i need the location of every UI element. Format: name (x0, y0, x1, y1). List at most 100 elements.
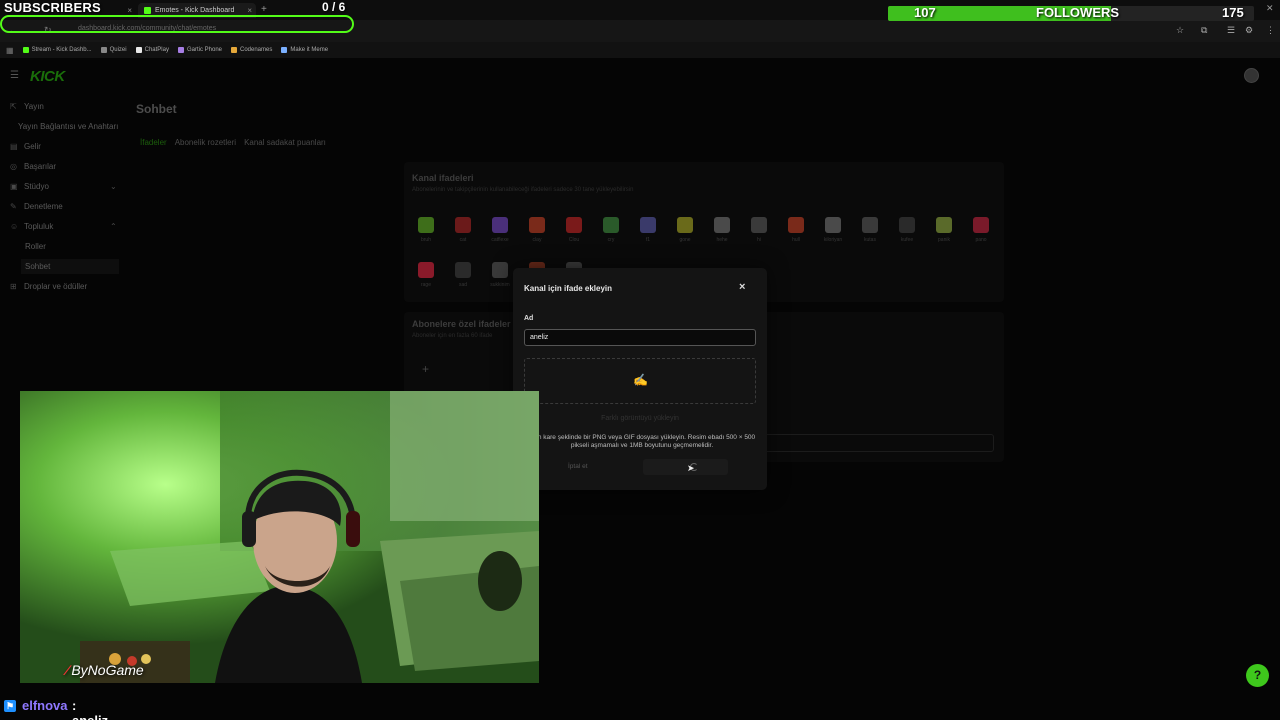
apps-icon[interactable]: ▦ (6, 46, 14, 55)
new-tab-icon[interactable]: + (261, 4, 267, 15)
emote-item[interactable]: panik (926, 217, 962, 243)
chevron-up-icon[interactable]: ⌃ (110, 222, 117, 231)
chatplay-icon (135, 47, 142, 53)
broadcast-icon: ⇱ (10, 102, 17, 111)
chevron-down-icon[interactable]: ⌄ (110, 182, 117, 191)
sidebar-item-studyo[interactable]: ▣ Stüdyo (10, 182, 49, 191)
emote-item[interactable]: hi (741, 217, 777, 243)
emote-item[interactable]: clay (519, 217, 555, 243)
followers-goal: 175 (1222, 5, 1244, 20)
emote-item[interactable]: hull (778, 217, 814, 243)
image-upload-dropzone[interactable]: ✍ (524, 358, 756, 404)
sidebar-item-droplar[interactable]: ⊞ Droplar ve ödüller (10, 282, 87, 291)
mouse-cursor-icon: ➤ (687, 463, 695, 473)
followers-count: 107 (914, 5, 936, 20)
sidebar-item-yayin[interactable]: ⇱ Yayın (10, 102, 44, 111)
emote-item[interactable]: cat (445, 217, 481, 243)
dialog-title: Kanal için ifade ekleyin (524, 284, 613, 293)
bookmark-item[interactable]: Quizei (100, 47, 127, 53)
bookmark-item[interactable]: Gartic Phone (177, 47, 222, 53)
webcam-feed: ∕ ByNoGame (20, 391, 539, 683)
emote-item[interactable]: kufee (889, 217, 925, 243)
close-window-icon[interactable]: ✕ (1266, 3, 1274, 14)
chat-message-text: aneliz (72, 713, 108, 720)
sidebar-item-sohbet[interactable]: Sohbet (21, 259, 119, 274)
webcam-image (20, 391, 539, 683)
sidebar-item-stream-key[interactable]: Yayın Bağlantısı ve Anahtarı (18, 122, 118, 131)
panel-title: Kanal ifadeleri (412, 173, 474, 183)
emote-name: cat (459, 237, 467, 243)
submit-button[interactable] (643, 459, 728, 475)
achievement-icon: ◎ (10, 162, 17, 171)
emote-name: sad (458, 282, 468, 288)
bookmark-item[interactable]: Make it Meme (281, 47, 328, 53)
bookmark-item[interactable]: Codenames (231, 47, 272, 53)
emote-name: cry (607, 237, 615, 243)
chat-username: elfnova (22, 698, 68, 713)
bookmarks-bar: ▦ Stream - Kick Dashb... Quizei ChatPlay… (0, 42, 1280, 58)
tab-ifadeler[interactable]: İfadeler (140, 138, 167, 147)
emote-image (899, 217, 915, 233)
extensions-icon[interactable]: ⧉ (1201, 25, 1207, 36)
meme-icon (281, 47, 288, 53)
gartic-icon (177, 47, 184, 53)
subscribers-count: 0 / 6 (322, 0, 346, 14)
studio-icon: ▣ (10, 182, 18, 191)
kick-icon (22, 47, 29, 53)
chat-help-icon[interactable]: ? (1246, 664, 1269, 687)
emote-item[interactable]: bruh (408, 217, 444, 243)
emote-item[interactable]: sad (445, 262, 481, 288)
sidebar-item-denetleme[interactable]: ✎ Denetleme (10, 202, 63, 211)
emote-item[interactable]: catflexe (482, 217, 518, 243)
emote-item[interactable]: gone (667, 217, 703, 243)
bookmark-item[interactable]: ChatPlay (135, 47, 169, 53)
settings-icon[interactable]: ☰ (1227, 25, 1235, 36)
emote-image (603, 217, 619, 233)
emote-item[interactable]: kutas (852, 217, 888, 243)
emote-item[interactable]: f1 (630, 217, 666, 243)
emote-image (788, 217, 804, 233)
tab-abonelik-rozetleri[interactable]: Abonelik rozetleri (175, 138, 236, 147)
close-icon[interactable]: × (739, 281, 745, 293)
sidebar-item-gelir[interactable]: ▤ Gelir (10, 142, 41, 151)
sidebar-item-topluluk[interactable]: ☺ Topluluk (10, 222, 53, 231)
kick-favicon-icon (144, 7, 151, 14)
close-tab-icon[interactable]: × (127, 6, 132, 15)
bookmark-item[interactable]: Stream - Kick Dashb... (22, 47, 92, 53)
cancel-button[interactable]: İptal et (568, 463, 588, 470)
menu-icon[interactable]: ⋮ (1266, 25, 1275, 36)
emote-name: kufee (900, 237, 914, 243)
followers-label: FOLLOWERS (1036, 5, 1120, 20)
emote-item[interactable]: Clou (556, 217, 592, 243)
emote-preview-icon: ✍ (633, 373, 648, 387)
hamburger-menu-icon[interactable]: ☰ (10, 70, 19, 81)
sidebar-item-roller[interactable]: Roller (25, 242, 46, 251)
emote-name-input[interactable]: aneliz (524, 329, 756, 346)
change-image-link[interactable]: Farklı görüntüyü yükleyin (513, 415, 767, 422)
emote-name: gone (679, 237, 691, 243)
emote-item[interactable]: rage (408, 262, 444, 288)
emote-image (455, 217, 471, 233)
add-emote-button[interactable]: + (422, 362, 429, 376)
streamer-logo: ∕ ByNoGame (66, 662, 144, 678)
close-tab-icon[interactable]: × (247, 6, 252, 15)
user-avatar[interactable] (1244, 68, 1259, 83)
emote-name: Clou (568, 237, 580, 243)
community-icon: ☺ (10, 222, 19, 231)
panel-title: Abonelere özel ifadeler (412, 319, 511, 329)
tab-kanal-sadakat[interactable]: Kanal sadakat puanları (244, 138, 326, 147)
star-icon[interactable]: ☆ (1176, 25, 1184, 36)
emote-item[interactable]: cry (593, 217, 629, 243)
codenames-icon (231, 47, 237, 53)
emote-item[interactable]: kiloriyan (815, 217, 851, 243)
tune-icon[interactable]: ⚙ (1245, 25, 1253, 36)
kick-logo[interactable]: KICK (30, 68, 65, 85)
emote-item[interactable]: pano (963, 217, 999, 243)
panel-description: Aboneler için en fazla 60 ifade (412, 333, 493, 339)
kick-chat-icon: ⚑ (4, 700, 16, 712)
settings-field[interactable] (754, 434, 994, 452)
emote-name: hull (792, 237, 800, 243)
emote-image (825, 217, 841, 233)
emote-item[interactable]: hehe (704, 217, 740, 243)
sidebar-item-basarilar[interactable]: ◎ Başarılar (10, 162, 56, 171)
